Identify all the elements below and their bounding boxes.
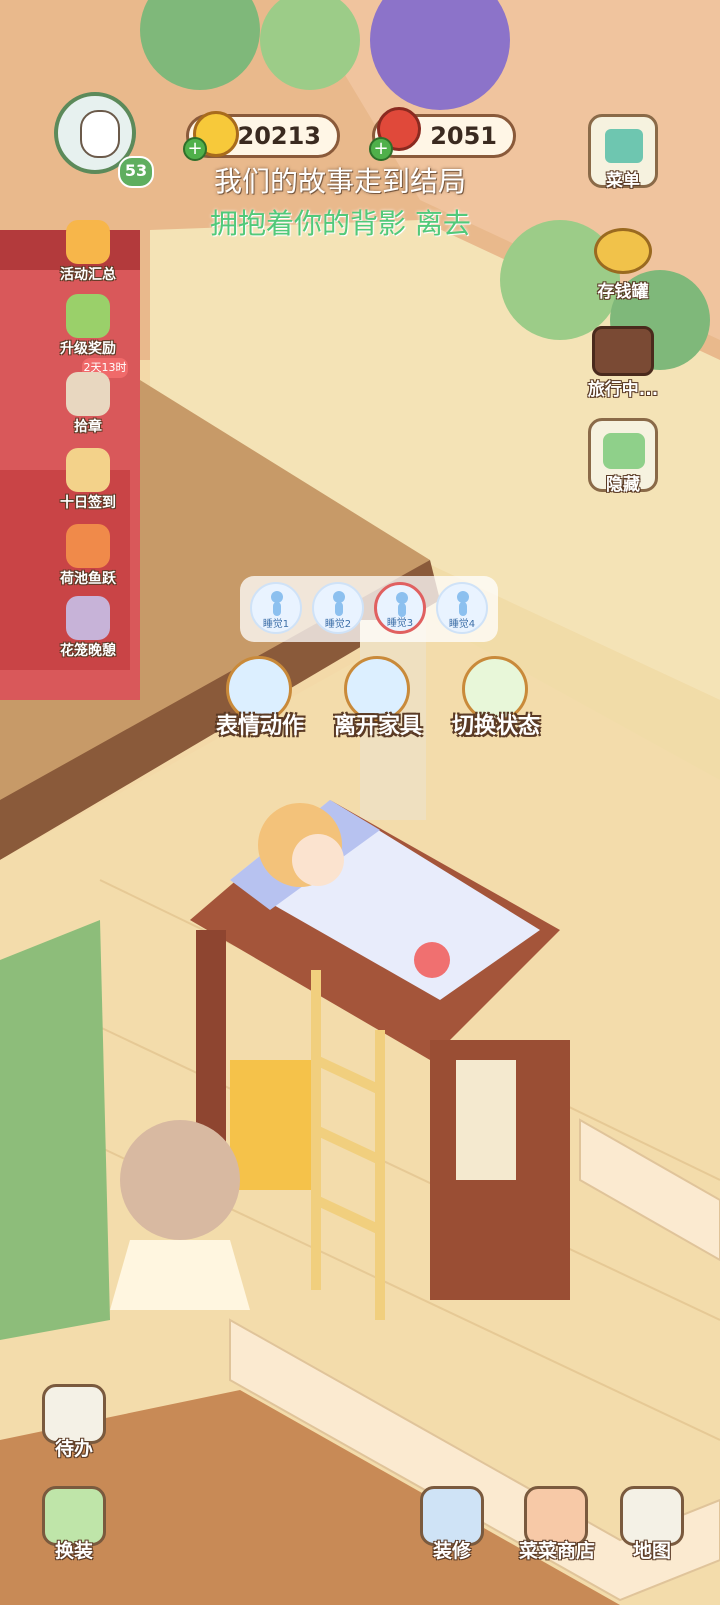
lyric-line-1: 我们的故事走到结局 xyxy=(214,165,467,198)
leave-furniture-button[interactable]: 离开家具 xyxy=(318,656,438,742)
camera-icon xyxy=(592,326,654,376)
menu-button[interactable]: 菜单 xyxy=(588,114,658,191)
koi-icon xyxy=(66,524,110,568)
sleep-pose-4[interactable]: 睡觉4 xyxy=(436,582,488,634)
shop-button[interactable]: 菜菜商店 xyxy=(512,1486,602,1566)
todo-button[interactable]: 待办 xyxy=(34,1384,114,1464)
koi-event-button[interactable]: 荷池鱼跃 xyxy=(56,520,120,590)
level-reward-icon xyxy=(66,294,110,338)
sleep-pose-3[interactable]: 睡觉3 xyxy=(374,582,426,634)
decorate-button[interactable]: 装修 xyxy=(412,1486,492,1566)
level-reward-button[interactable]: 升级奖励 xyxy=(56,290,120,360)
switch-state-button[interactable]: 切换状态 xyxy=(436,656,556,742)
hide-button[interactable]: 隐藏 xyxy=(588,418,658,495)
menu-icon xyxy=(605,129,643,163)
avatar[interactable]: 53 xyxy=(40,82,154,192)
coin-amount: 20213 xyxy=(237,122,322,150)
emote-action-button[interactable]: 表情动作 xyxy=(200,656,320,742)
figure-icon xyxy=(333,591,345,616)
sleep-pose-selector: 睡觉1 睡觉2 睡觉3 睡觉4 xyxy=(240,576,498,642)
chapter-icon xyxy=(66,372,110,416)
add-food-icon[interactable]: + xyxy=(369,137,393,161)
level-badge: 53 xyxy=(118,156,154,188)
figure-icon xyxy=(271,591,283,616)
piggy-bank-icon xyxy=(594,228,652,274)
hide-icon xyxy=(603,433,645,469)
sleep-pose-1[interactable]: 睡觉1 xyxy=(250,582,302,634)
chapter-button[interactable]: 拾章 xyxy=(56,368,120,438)
events-summary-button[interactable]: 活动汇总 xyxy=(56,216,120,286)
lyric-line-2: 拥抱着你的背影 离去 xyxy=(210,207,471,240)
sleep-pose-2[interactable]: 睡觉2 xyxy=(312,582,364,634)
avatar-character-icon xyxy=(80,110,120,158)
coin-counter[interactable]: + 20213 xyxy=(183,111,340,161)
piggy-bank-button[interactable]: 存钱罐 xyxy=(588,222,658,302)
dressup-button[interactable]: 换装 xyxy=(34,1486,114,1566)
travel-button[interactable]: 旅行中... xyxy=(588,320,658,400)
map-button[interactable]: 地图 xyxy=(612,1486,692,1566)
food-amount: 2051 xyxy=(430,122,497,150)
flower-cage-button[interactable]: 花笼晚憩 xyxy=(56,592,120,662)
checkin-button[interactable]: 十日签到 xyxy=(56,444,120,514)
flower-cage-icon xyxy=(66,596,110,640)
add-coins-icon[interactable]: + xyxy=(183,137,207,161)
food-counter[interactable]: + 2051 xyxy=(369,107,516,161)
figure-icon xyxy=(457,591,469,616)
checkin-icon xyxy=(66,448,110,492)
events-icon xyxy=(66,220,110,264)
